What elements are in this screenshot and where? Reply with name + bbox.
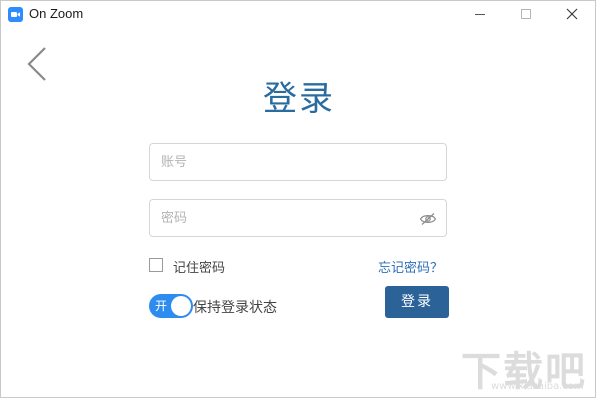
page-title: 登录 xyxy=(263,79,335,119)
login-button[interactable]: 登录 xyxy=(385,286,449,318)
watermark-url: www.xiazaiba.com xyxy=(491,381,584,392)
zoom-camera-icon xyxy=(8,7,23,22)
minimize-icon xyxy=(475,14,485,15)
keep-login-label: 保持登录状态 xyxy=(193,300,277,316)
maximize-icon xyxy=(521,9,531,19)
password-field[interactable] xyxy=(149,199,447,237)
login-window: On Zoom 登录 账号 记住密码 忘记密码？ 开 保持登录状态 登录 下载吧… xyxy=(0,0,596,398)
remember-password-label: 记住密码 xyxy=(173,261,226,276)
toggle-on-label: 开 xyxy=(155,299,168,313)
forgot-password-link[interactable]: 忘记密码？ xyxy=(378,257,443,276)
account-input[interactable] xyxy=(161,144,411,180)
title-bar[interactable]: On Zoom xyxy=(1,1,595,27)
toggle-knob xyxy=(171,296,191,316)
eye-slash-icon[interactable] xyxy=(419,211,437,225)
password-input[interactable] xyxy=(161,200,411,236)
window-title: On Zoom xyxy=(29,6,84,21)
minimize-button[interactable] xyxy=(457,1,503,27)
remember-password-checkbox[interactable] xyxy=(149,258,163,272)
close-button[interactable] xyxy=(549,1,595,27)
maximize-button[interactable] xyxy=(503,1,549,27)
close-icon xyxy=(566,8,578,20)
account-field[interactable] xyxy=(149,143,447,181)
watermark-logo: 下载吧 www.xiazaiba.com xyxy=(461,339,591,395)
keep-login-toggle[interactable]: 开 xyxy=(149,294,193,318)
